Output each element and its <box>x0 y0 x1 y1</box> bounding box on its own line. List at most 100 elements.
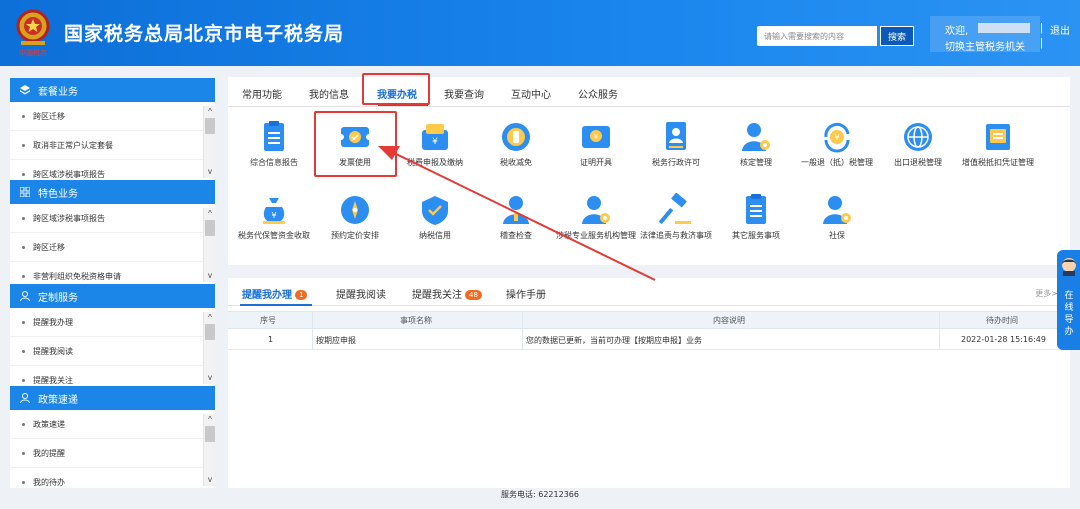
masked-user-name <box>978 23 1030 33</box>
bullet <box>22 172 25 176</box>
bullet <box>22 378 25 382</box>
func-comprehensive-report[interactable]: 综合信息报告 <box>234 120 314 168</box>
panel-title: 套餐业务 <box>38 86 78 98</box>
scroll-down-icon[interactable]: v <box>204 166 216 178</box>
count-badge: 1 <box>295 290 308 300</box>
bullet <box>22 480 25 484</box>
tax-emblem-icon: 中国税务 <box>16 9 50 57</box>
scroll-up-icon[interactable]: ^ <box>204 414 216 426</box>
tab-common[interactable]: 常用功能 <box>242 86 282 101</box>
func-verification-management[interactable]: 核定管理 <box>716 120 796 168</box>
func-tax-declaration[interactable]: ¥ 税费申报及缴纳 <box>395 120 475 168</box>
panel-header-custom[interactable]: 定制服务 <box>10 284 215 308</box>
scroll-up-icon[interactable]: ^ <box>204 312 216 324</box>
tab-interaction[interactable]: 互动中心 <box>511 86 551 101</box>
table-row[interactable]: 1 按期应申报 您的数据已更新，当前可办理【按期应申报】业务 2022-01-2… <box>228 330 1070 350</box>
scrollbar[interactable]: ^ v <box>203 414 215 486</box>
tab-manual[interactable]: 操作手册 <box>506 286 546 301</box>
column-header: 待办时间 <box>986 316 1018 325</box>
more-link[interactable]: 更多> <box>1035 288 1058 299</box>
guide-text: 在线导办 <box>1064 291 1074 337</box>
sidebar-item[interactable]: 跨区迁移 <box>10 233 215 262</box>
grid-icon <box>20 187 30 197</box>
sidebar-item[interactable]: 跨区迁移 <box>10 102 215 131</box>
scroll-down-icon[interactable]: v <box>204 474 216 486</box>
tab-my-info[interactable]: 我的信息 <box>309 86 349 101</box>
active-tab-underline <box>240 304 312 306</box>
panel-title: 政策速递 <box>38 394 78 406</box>
func-pricing-arrangement[interactable]: 预约定价安排 <box>315 193 395 241</box>
sidebar-item[interactable]: 我的提醒 <box>10 439 215 468</box>
row-description: 您的数据已更新，当前可办理【按期应申报】业务 <box>526 336 702 345</box>
tax-relief-icon <box>502 123 530 151</box>
search-button[interactable]: 搜索 <box>880 26 914 46</box>
func-legal-remedy[interactable]: 法律追责与救济事项 <box>636 193 716 241</box>
scroll-thumb[interactable] <box>205 426 215 442</box>
func-inspection[interactable]: 稽查检查 <box>476 193 556 241</box>
panel-header-policy[interactable]: 政策速递 <box>10 386 215 410</box>
scroll-down-icon[interactable]: v <box>204 270 216 282</box>
user-icon <box>20 393 30 403</box>
emblem-caption: 中国税务 <box>19 48 47 57</box>
func-custody-funds[interactable]: ¥ 税务代保管资金收取 <box>234 193 314 241</box>
bullet <box>22 143 25 147</box>
tab-public-service[interactable]: 公众服务 <box>578 86 618 101</box>
scroll-thumb[interactable] <box>205 324 215 340</box>
func-certificate[interactable]: ¥ 证明开具 <box>556 120 636 168</box>
func-social-security[interactable]: 社保 <box>797 193 877 241</box>
svg-text:¥: ¥ <box>432 137 438 147</box>
scroll-thumb[interactable] <box>205 220 215 236</box>
sidebar-item[interactable]: 提醒我关注 <box>10 366 215 386</box>
row-name[interactable]: 按期应申报 <box>316 335 356 346</box>
panel-list-policy: 政策速递 我的提醒 我的待办 <box>10 410 215 488</box>
sidebar-item[interactable]: 跨区域涉税事项报告 <box>10 160 215 180</box>
func-tax-credit[interactable]: 纳税信用 <box>395 193 475 241</box>
scroll-thumb[interactable] <box>205 118 215 134</box>
logout-link[interactable]: 退出 <box>1050 22 1070 37</box>
svg-text:¥: ¥ <box>271 211 276 220</box>
footer-service-phone: 服务电话: 62212366 <box>501 490 579 499</box>
scrollbar[interactable]: ^ v <box>203 312 215 384</box>
invoice-highlight-box <box>314 111 397 177</box>
sidebar-item[interactable]: 我的待办 <box>10 468 215 488</box>
scroll-down-icon[interactable]: v <box>204 372 216 384</box>
scrollbar[interactable]: ^ v <box>203 106 215 178</box>
refund-icon: ¥ <box>824 122 850 153</box>
func-other-services[interactable]: 其它服务事项 <box>716 193 796 241</box>
tab-remind-read[interactable]: 提醒我阅读 <box>336 286 386 301</box>
tab-remind-follow[interactable]: 提醒我关注 48 <box>412 286 482 301</box>
sidebar-item[interactable]: 取消非正常户认定套餐 <box>10 131 215 160</box>
switch-tax-authority-link[interactable]: 切换主管税务机关 <box>945 38 1025 53</box>
verify-user-icon <box>742 123 770 151</box>
func-admin-license[interactable]: 税务行政许可 <box>636 120 716 168</box>
sidebar-item[interactable]: 提醒我阅读 <box>10 337 215 366</box>
func-export-refund[interactable]: 出口退税管理 <box>878 120 958 168</box>
sidebar-item[interactable]: 非营利组织免税资格申请 <box>10 262 215 284</box>
table-header: 序号 事项名称 内容说明 待办时间 <box>228 311 1070 329</box>
wallet-icon: ¥ <box>422 124 448 150</box>
sidebar-item[interactable]: 跨区域涉税事项报告 <box>10 204 215 233</box>
tab-query[interactable]: 我要查询 <box>444 86 484 101</box>
tab-remind-handle[interactable]: 提醒我办理 1 <box>242 286 308 301</box>
scroll-up-icon[interactable]: ^ <box>204 208 216 220</box>
column-header: 事项名称 <box>400 316 432 325</box>
func-general-refund[interactable]: ¥ 一般退（抵）税管理 <box>797 120 877 168</box>
scroll-up-icon[interactable]: ^ <box>204 106 216 118</box>
sidebar-item[interactable]: 政策速递 <box>10 410 215 439</box>
scrollbar[interactable]: ^ v <box>203 208 215 282</box>
search-input[interactable] <box>757 26 877 46</box>
certificate-icon: ¥ <box>582 126 610 148</box>
online-guide-button[interactable]: 在线导办 <box>1057 250 1080 350</box>
separator: | <box>1040 37 1043 49</box>
bullet <box>22 320 25 324</box>
func-vat-deduction[interactable]: 增值税抵扣凭证管理 <box>958 120 1038 168</box>
panel-title: 定制服务 <box>38 292 78 304</box>
sidebar-item[interactable]: 提醒我办理 <box>10 308 215 337</box>
func-tax-relief[interactable]: 税收减免 <box>476 120 556 168</box>
bullet <box>22 349 25 353</box>
panel-header-package[interactable]: 套餐业务 <box>10 78 215 102</box>
svg-text:¥: ¥ <box>834 133 839 142</box>
func-professional-agency[interactable]: 涉税专业服务机构管理 <box>556 193 636 241</box>
count-badge: 48 <box>465 290 482 300</box>
panel-header-featured[interactable]: 特色业务 <box>10 180 215 204</box>
